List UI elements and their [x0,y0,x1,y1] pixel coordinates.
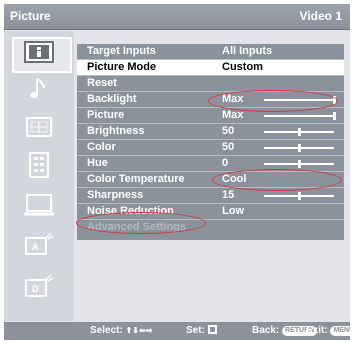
analog-icon: A [25,232,54,255]
arrow-keys-icon: ⬆⬇⬅➡ [125,326,153,335]
screen-icon [26,117,52,137]
set-hint: Set: [186,325,217,336]
digital-icon: D [25,274,54,297]
row-value: 15 [222,189,235,201]
footer-spacer [4,322,74,340]
sound-icon [30,78,45,98]
picture-slider[interactable] [264,112,336,120]
row-label: Hue [87,157,108,169]
row-hue[interactable]: Hue 0 [77,156,344,172]
row-noise-reduction[interactable]: Noise Reduction Low [77,204,344,220]
row-advanced-settings: Advanced Settings [77,220,344,236]
slider-knob[interactable] [298,192,301,200]
hue-slider[interactable] [264,160,334,168]
select-hint: Select: ⬆⬇⬅➡ [90,325,152,336]
row-label: Reset [87,77,117,89]
row-label: Noise Reduction [87,205,174,217]
row-value: Max [222,109,244,121]
enter-key-icon [207,325,217,334]
color-slider[interactable] [264,144,334,152]
slider-knob[interactable] [298,128,301,136]
slider-knob[interactable] [298,160,301,168]
backlight-slider[interactable] [264,96,336,104]
row-label: Advanced Settings [87,221,187,233]
row-label: Brightness [87,125,145,137]
select-label: Select: [90,325,123,336]
brightness-slider[interactable] [264,128,334,136]
picture-icon [24,41,54,63]
row-value: Max [222,93,244,105]
row-label: Color [87,141,116,153]
exit-label: Exit: [306,325,328,336]
exit-hint: Exit: MENU [306,325,350,336]
sharpness-slider[interactable] [264,192,334,200]
row-target-inputs[interactable]: Target Inputs All Inputs [77,44,344,60]
row-value: All Inputs [222,45,273,57]
row-label: Sharpness [87,189,144,201]
sidebar-item-screen[interactable] [4,109,74,145]
slider-knob[interactable] [333,112,336,120]
row-label: Color Temperature [87,173,185,185]
svg-text:D: D [32,284,39,294]
tv-menu-screen: Picture Video 1 A D Target Inputs All In… [4,4,350,340]
row-reset[interactable]: Reset [77,76,344,92]
set-label: Set: [186,325,205,336]
sidebar-item-picture[interactable] [4,34,74,73]
menu-key-icon: MENU [330,326,350,336]
svg-text:A: A [32,242,39,252]
input-label: Video 1 [299,9,342,23]
sidebar-item-setup[interactable] [4,187,74,223]
slider-knob[interactable] [298,144,301,152]
row-label: Backlight [87,93,137,105]
row-value: Custom [222,61,263,73]
row-color-temperature[interactable]: Color Temperature Cool [77,172,344,188]
help-bar: Select: ⬆⬇⬅➡ Set: Back: RETURN Exit: MEN… [74,322,350,340]
row-value: 0 [222,157,229,169]
sidebar-item-analog[interactable]: A [4,227,74,263]
row-label: Picture [87,109,125,121]
row-backlight[interactable]: Backlight Max [77,92,344,108]
row-picture-mode[interactable]: Picture Mode Custom [77,60,344,76]
back-label: Back: [252,325,280,336]
sidebar-item-digital[interactable]: D [4,269,74,305]
row-value: Cool [222,173,247,185]
row-brightness[interactable]: Brightness 50 [77,124,344,140]
menu-title: Picture [10,9,51,23]
sidebar-item-sound[interactable] [4,71,74,107]
category-sidebar: A D [4,31,74,321]
slider-knob[interactable] [333,96,336,104]
row-value: Low [222,205,244,217]
row-value: 50 [222,125,235,137]
row-color[interactable]: Color 50 [77,140,344,156]
channel-icon [29,152,49,178]
setup-icon [24,194,54,216]
row-value: 50 [222,141,235,153]
settings-panel: Target Inputs All Inputs Picture Mode Cu… [77,44,344,240]
row-label: Target Inputs [87,45,156,57]
row-sharpness[interactable]: Sharpness 15 [77,188,344,204]
row-picture[interactable]: Picture Max [77,108,344,124]
sidebar-item-channel[interactable] [4,147,74,183]
menu-header: Picture Video 1 [4,4,350,30]
row-label: Picture Mode [87,61,157,73]
